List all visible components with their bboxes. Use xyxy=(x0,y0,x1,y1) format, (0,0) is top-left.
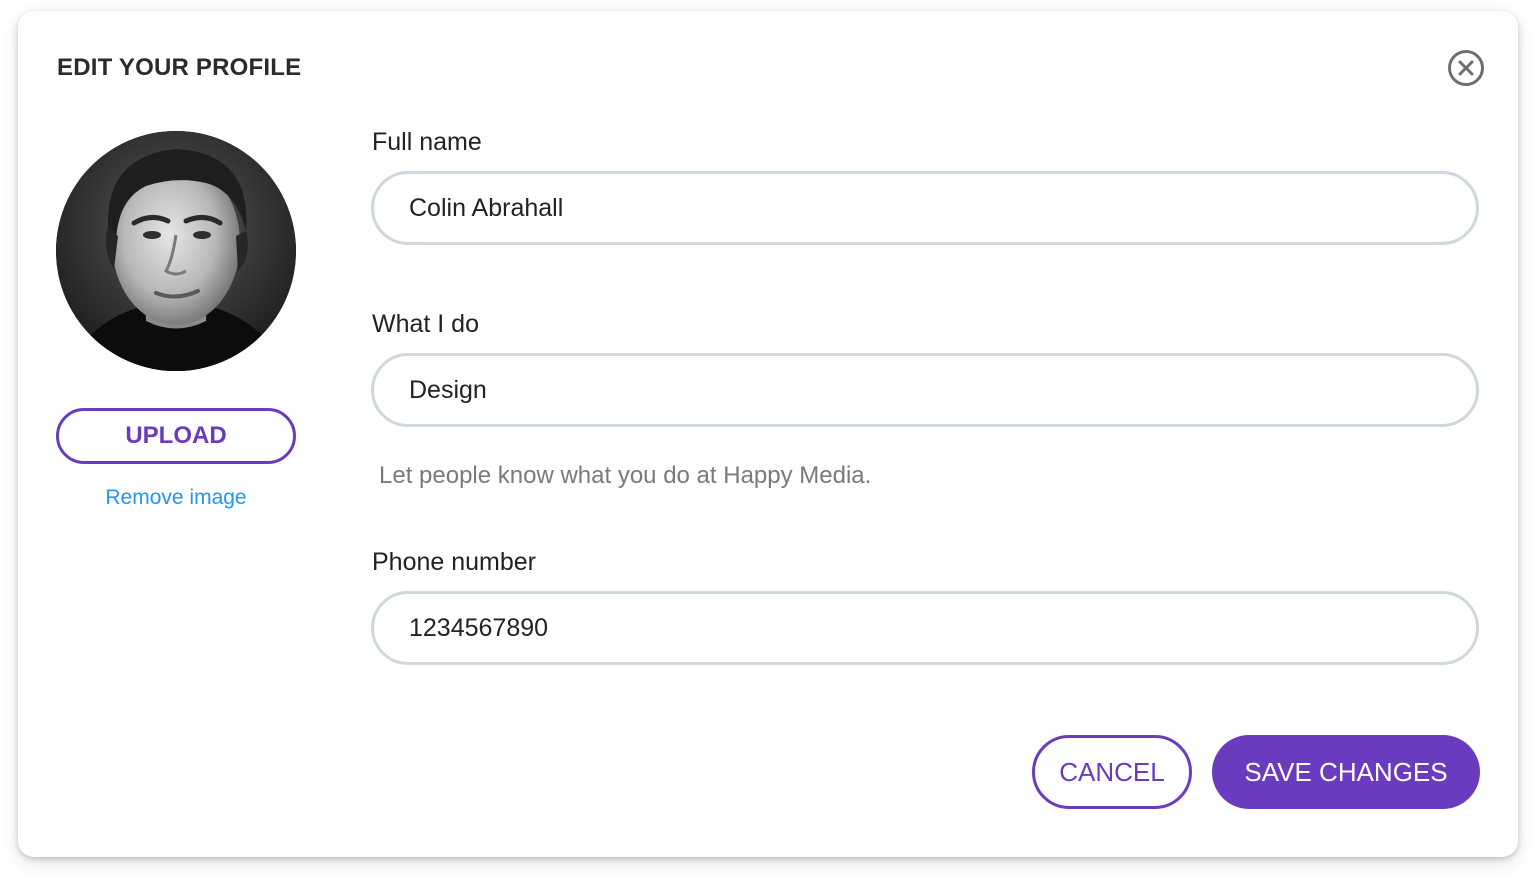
edit-profile-dialog: EDIT YOUR PROFILE UPLOAD Remove image Fu… xyxy=(18,11,1518,857)
close-button[interactable] xyxy=(1448,50,1484,86)
dialog-title: EDIT YOUR PROFILE xyxy=(57,54,302,81)
cancel-button[interactable]: CANCEL xyxy=(1032,735,1192,809)
full-name-input[interactable] xyxy=(371,171,1479,245)
phone-number-label: Phone number xyxy=(372,548,537,576)
remove-image-link[interactable]: Remove image xyxy=(56,486,296,510)
save-changes-button[interactable]: SAVE CHANGES xyxy=(1212,735,1480,809)
avatar xyxy=(56,131,296,371)
phone-number-input[interactable] xyxy=(371,591,1479,665)
upload-button[interactable]: UPLOAD xyxy=(56,408,296,464)
what-i-do-input[interactable] xyxy=(371,353,1479,427)
what-i-do-label: What I do xyxy=(372,310,479,338)
what-i-do-helper-text: Let people know what you do at Happy Med… xyxy=(379,462,872,489)
full-name-label: Full name xyxy=(372,128,482,156)
